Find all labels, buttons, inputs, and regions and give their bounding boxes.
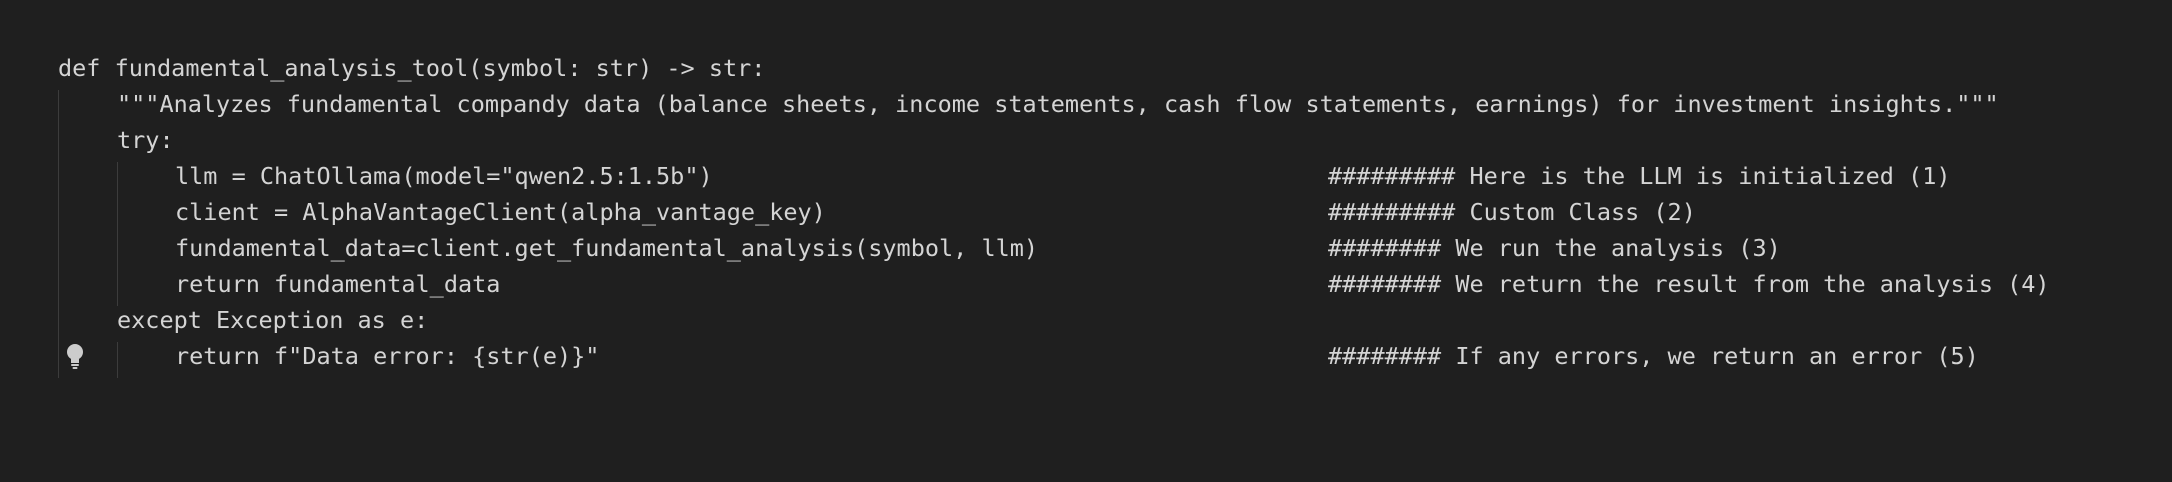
code-line[interactable]: fundamental_data=client.get_fundamental_… (0, 230, 2172, 266)
code-comment: ######## We run the analysis (3) (1328, 234, 1781, 262)
code-text: try: (117, 126, 174, 154)
code-text: client = AlphaVantageClient(alpha_vantag… (175, 198, 826, 226)
code-line[interactable]: """Analyzes fundamental compandy data (b… (0, 86, 2172, 122)
code-text: return fundamental_data (175, 270, 501, 298)
code-line[interactable]: client = AlphaVantageClient(alpha_vantag… (0, 194, 2172, 230)
code-text: def fundamental_analysis_tool(symbol: st… (58, 54, 766, 82)
code-line[interactable]: llm = ChatOllama(model="qwen2.5:1.5b") #… (0, 158, 2172, 194)
code-text: fundamental_data=client.get_fundamental_… (175, 234, 1039, 262)
code-line[interactable]: def fundamental_analysis_tool(symbol: st… (0, 50, 2172, 86)
code-line[interactable]: except Exception as e: (0, 302, 2172, 338)
code-text: llm = ChatOllama(model="qwen2.5:1.5b") (175, 162, 713, 190)
code-comment: ######### Here is the LLM is initialized… (1328, 162, 1951, 190)
code-editor[interactable]: def fundamental_analysis_tool(symbol: st… (0, 0, 2172, 444)
code-line[interactable]: return fundamental_data ######## We retu… (0, 266, 2172, 302)
code-comment: ######## We return the result from the a… (1328, 270, 2050, 298)
code-comment: ######## If any errors, we return an err… (1328, 342, 1979, 370)
code-line[interactable]: try: (0, 122, 2172, 158)
code-text: except Exception as e: (117, 306, 429, 334)
docstring-text: """Analyzes fundamental compandy data (b… (117, 90, 1999, 118)
code-comment: ######### Custom Class (2) (1328, 198, 1696, 226)
code-text: return f"Data error: {str(e)}" (175, 342, 600, 370)
lightbulb-icon[interactable] (64, 342, 86, 370)
code-line[interactable]: return f"Data error: {str(e)}" ######## … (0, 338, 2172, 374)
